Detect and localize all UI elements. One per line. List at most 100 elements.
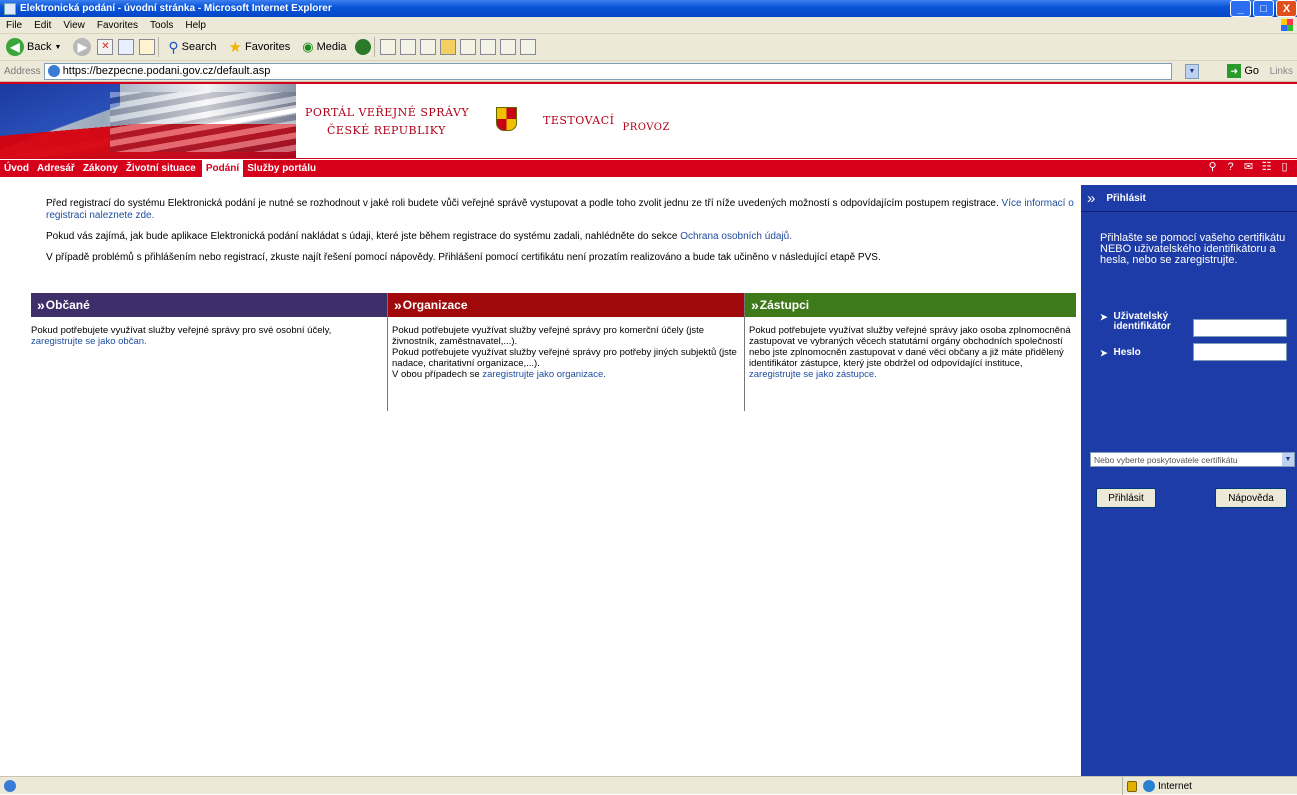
back-label: Back [27,41,52,53]
internet-zone-icon [1143,780,1155,792]
maximize-button[interactable]: □ [1253,0,1274,17]
tools-extra-icon[interactable] [519,39,536,55]
portal-title-line2: ČESKÉ REPUBLIKY [327,124,446,137]
close-button[interactable]: X [1276,0,1297,17]
document-icon[interactable]: ▯ [1278,161,1291,174]
edit-icon[interactable] [419,39,436,55]
nav-item-zivotni-situace[interactable]: Životní situace [122,163,200,174]
page-icon [47,65,60,77]
box-obcane-title: Občané [45,298,90,312]
test-label-line2: PROVOZ [622,122,670,133]
media-label: Media [316,41,347,53]
menu-help[interactable]: Help [179,20,212,31]
chevron-down-icon: ▼ [1282,453,1294,466]
folder-icon[interactable] [439,39,456,55]
magnifier-icon[interactable]: ⚲ [1206,161,1219,174]
search-button[interactable]: ⚲ Search [162,36,222,58]
favorites-label: Favorites [244,41,291,53]
login-panel: » Přihlásit Přihlašte se pomocí vašeho c… [1081,185,1297,776]
intro-paragraph-2: Pokud vás zajímá, jak bude aplikace Elek… [46,231,1086,243]
print-icon[interactable] [399,39,416,55]
password-input[interactable] [1193,343,1287,361]
portal-header: PORTÁL VEŘEJNÉ SPRÁVY ČESKÉ REPUBLIKY TE… [0,82,1297,158]
user-id-label: ➤ Uživatelský identifikátor [1100,311,1171,332]
messenger-icon[interactable] [499,39,516,55]
box-obcane-text: Pokud potřebujete využívat služby veřejn… [31,325,332,336]
search-icon: ⚲ [168,38,179,55]
history-icon[interactable] [354,39,371,55]
box-organizace-header: » Organizace [388,293,744,317]
nav-item-zakony[interactable]: Zákony [79,163,122,174]
go-button[interactable]: ➜ Go [1227,64,1259,78]
toolbar-separator [158,37,160,57]
registration-options: » Občané Pokud potřebujete využívat služ… [31,293,1076,411]
help-button[interactable]: Nápověda [1215,488,1287,508]
refresh-icon[interactable] [118,39,135,55]
arrow-right-icon: ➤ [1100,348,1108,358]
nav-item-uvod[interactable]: Úvod [0,163,33,174]
address-field[interactable]: https://bezpecne.podani.gov.cz/default.a… [43,62,1172,80]
login-button[interactable]: Přihlásit [1096,488,1156,508]
box-obcane-body: Pokud potřebujete využívat služby veřejn… [28,317,387,347]
mail-icon[interactable]: ✉ [1242,161,1255,174]
portal-title[interactable]: PORTÁL VEŘEJNÉ SPRÁVY ČESKÉ REPUBLIKY [305,104,469,140]
czech-flag-banner [0,84,296,158]
certificate-provider-select[interactable]: Nebo vyberte poskytovatele certifikátu ▼ [1090,452,1295,467]
menu-view[interactable]: View [57,20,91,31]
minimize-button[interactable]: _ [1230,0,1251,17]
mail-icon[interactable] [379,39,396,55]
address-url: https://bezpecne.podani.gov.cz/default.a… [62,65,271,77]
toolbar-separator [373,37,375,57]
menu-edit[interactable]: Edit [28,20,57,31]
chevron-right-icon: » [751,297,758,313]
intro-paragraph-3: V případě problémů s přihlášením nebo re… [46,252,881,263]
menu-favorites[interactable]: Favorites [91,20,144,31]
status-bar: Internet [0,776,1297,795]
register-organization-link[interactable]: zaregistrujte jako organizace. [482,369,606,380]
back-button[interactable]: ◀ Back ▼ [0,36,67,58]
search-label: Search [181,41,217,53]
password-label: ➤ Heslo [1100,347,1141,359]
privacy-link[interactable]: Ochrana osobních údajů. [680,231,792,242]
box-organizace-text-2: Pokud potřebujete využívat služby veřejn… [392,347,737,369]
address-dropdown-icon[interactable]: ▼ [1185,63,1199,79]
box-zastupci-title: Zástupci [759,298,810,312]
test-label-line1: TESTOVACÍ [543,114,615,127]
menu-file[interactable]: File [0,20,28,31]
research-icon[interactable] [479,39,496,55]
nav-item-adresar[interactable]: Adresář [33,163,79,174]
discuss-icon[interactable] [459,39,476,55]
login-header: » Přihlásit [1081,185,1297,212]
menu-tools[interactable]: Tools [144,20,179,31]
sitemap-icon[interactable]: ☷ [1260,161,1273,174]
chevron-right-icon: » [37,297,44,313]
menu-bar: File Edit View Favorites Tools Help [0,17,1297,34]
nav-item-podani[interactable]: Podání [201,160,244,177]
box-organizace-text-1: Pokud potřebujete využívat služby veřejn… [392,325,705,347]
stop-icon[interactable]: ✕ [97,39,114,55]
register-citizen-link[interactable]: zaregistrujte se jako občan. [31,336,147,347]
register-representative-link[interactable]: zaregistrujte se jako zástupce. [749,369,877,380]
nav-item-sluzby-portalu[interactable]: Služby portálu [243,163,320,174]
user-id-input[interactable] [1193,319,1287,337]
windows-logo-icon [1281,19,1293,31]
window-controls: _ □ X [1230,0,1297,17]
intro-p1-text: Před registrací do systému Elektronická … [46,198,999,209]
forward-button[interactable]: ▶ [67,36,97,58]
ie-app-icon [4,2,16,15]
box-organizace-body: Pokud potřebujete využívat služby veřejn… [388,317,744,380]
box-obcane: » Občané Pokud potřebujete využívat služ… [31,293,387,411]
media-button[interactable]: ◉ Media [296,36,352,58]
security-zone: Internet [1122,777,1297,795]
help-icon[interactable]: ? [1224,161,1237,174]
nav-tools: ⚲ ? ✉ ☷ ▯ [1206,161,1291,174]
favorites-button[interactable]: ★ Favorites [223,36,297,58]
box-zastupci: » Zástupci Pokud potřebujete využívat sl… [744,293,1076,411]
links-toolbar[interactable]: Links [1270,66,1293,77]
page-status-icon [4,779,16,792]
test-environment-label: TESTOVACÍ PROVOZ [543,114,670,133]
login-title: Přihlásit [1106,192,1146,204]
web-page: PORTÁL VEŘEJNÉ SPRÁVY ČESKÉ REPUBLIKY TE… [0,82,1297,776]
lock-icon[interactable] [1127,780,1137,792]
home-icon[interactable] [139,39,156,55]
